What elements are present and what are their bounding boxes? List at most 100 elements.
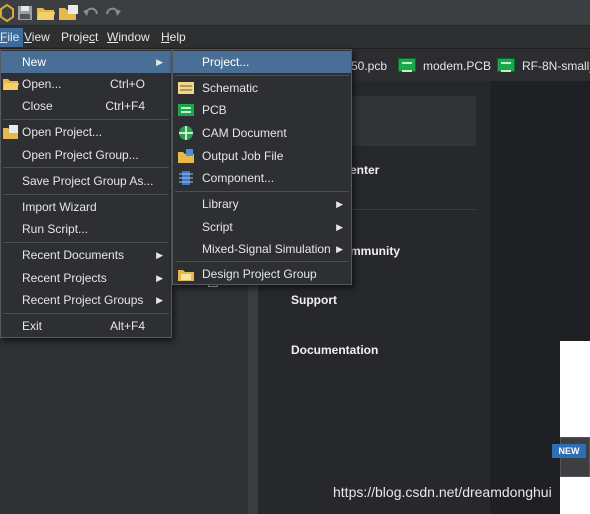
menu-item-exit[interactable]: Exit Alt+F4 — [1, 315, 171, 337]
watermark: https://blog.csdn.net/dreamdonghui — [333, 484, 552, 500]
menu-item-label: Recent Project Groups — [22, 293, 144, 307]
submenu-arrow-icon: ▶ — [156, 57, 163, 67]
menu-item-label: Mixed-Signal Simulation — [202, 242, 331, 256]
cam-document-icon — [179, 126, 193, 140]
submenu-arrow-icon: ▶ — [336, 199, 343, 209]
menu-item-label: Output Job File — [202, 149, 284, 163]
submenu-arrow-icon: ▶ — [336, 244, 343, 254]
output-job-icon — [178, 149, 194, 163]
menu-item-cam-document[interactable]: CAM Document — [173, 122, 351, 144]
toolbar — [0, 0, 590, 26]
submenu-arrow-icon: ▶ — [156, 295, 163, 305]
menu-item-design-project-group[interactable]: Design Project Group — [173, 263, 351, 285]
menu-item-label: Schematic — [202, 81, 259, 95]
menu-item-run-script[interactable]: Run Script... — [1, 218, 171, 240]
submenu-arrow-icon: ▶ — [156, 250, 163, 260]
tab-rf-8n-small[interactable]: RF-8N-small_ — [497, 56, 590, 76]
menu-item-open-project-group[interactable]: Open Project Group... — [1, 144, 171, 166]
schematic-icon — [178, 82, 194, 94]
menu-item-recent-projects[interactable]: Recent Projects ▶ — [1, 267, 171, 289]
project-group-icon — [178, 270, 194, 281]
menu-item-mixed-signal-simulation[interactable]: Mixed-Signal Simulation ▶ — [173, 238, 351, 260]
menu-item-label: Design Project Group — [202, 267, 317, 281]
menu-item-import-wizard[interactable]: Import Wizard — [1, 196, 171, 218]
nav-documentation[interactable]: Documentation — [291, 343, 378, 357]
tab-pcb-file[interactable]: 50.pcb — [351, 56, 387, 76]
menu-item-label: Project... — [202, 55, 250, 69]
menu-separator — [3, 119, 169, 120]
menu-item-label: Recent Projects — [22, 271, 107, 285]
menu-item-script[interactable]: Script ▶ — [173, 216, 351, 238]
news-image — [560, 341, 590, 514]
menu-item-label: Exit — [22, 319, 43, 333]
menu-separator — [175, 261, 349, 262]
menu-item-label: Open Project Group... — [22, 148, 139, 162]
file-menu: New ▶ Open... Ctrl+O Close Ctrl+F4 Open Pro… — [0, 49, 172, 338]
menu-item-label: Library — [202, 197, 239, 211]
nav-learning-center[interactable]: enter — [350, 163, 379, 177]
submenu-arrow-icon: ▶ — [156, 273, 163, 283]
menu-item-label: Close — [22, 99, 53, 113]
menu-item-label: Component... — [202, 171, 275, 185]
menu-item-label: New — [22, 55, 47, 69]
new-badge: NEW — [552, 444, 586, 458]
menu-item-project[interactable]: Project... — [173, 51, 351, 73]
menu-separator — [3, 167, 169, 168]
open-project-icon — [3, 125, 18, 139]
menu-item-recent-project-groups[interactable]: Recent Project Groups ▶ — [1, 289, 171, 311]
menu-item-pcb[interactable]: PCB — [173, 99, 351, 121]
menu-item-open[interactable]: Open... Ctrl+O — [1, 73, 171, 95]
menu-item-output-job-file[interactable]: Output Job File — [173, 145, 351, 167]
shortcut-label: Ctrl+F4 — [105, 99, 145, 113]
menu-separator — [3, 313, 169, 314]
menu-window[interactable]: Window — [103, 28, 154, 47]
submenu-arrow-icon: ▶ — [336, 222, 343, 232]
menu-project[interactable]: Project — [57, 28, 102, 47]
menu-item-label: Import Wizard — [22, 200, 97, 214]
menu-item-label: Open Project... — [22, 125, 103, 139]
menu-item-component[interactable]: Component... — [173, 167, 351, 189]
open-folder-icon — [3, 79, 19, 90]
nav-community[interactable]: mmunity — [350, 244, 400, 258]
menu-separator — [175, 191, 349, 192]
menu-separator — [3, 194, 169, 195]
news-heading: Ne — [560, 373, 590, 406]
new-submenu: Project... Schematic PCB CAM Document Ou… — [172, 49, 352, 285]
menu-item-save-project-group-as[interactable]: Save Project Group As... — [1, 170, 171, 192]
undo-icon[interactable] — [82, 3, 100, 23]
menu-item-open-project[interactable]: Open Project... — [1, 121, 171, 143]
menu-item-close[interactable]: Close Ctrl+F4 — [1, 95, 171, 117]
shortcut-label: Ctrl+O — [109, 77, 145, 91]
tab-label: modem.PCB — [423, 59, 492, 73]
menu-help[interactable]: Help — [157, 28, 190, 47]
pcb-icon — [398, 58, 416, 72]
menu-item-library[interactable]: Library ▶ — [173, 193, 351, 215]
menu-view[interactable]: View — [20, 28, 54, 47]
menu-item-label: Open... — [22, 77, 62, 91]
menu-item-label: Save Project Group As... — [22, 174, 154, 188]
menu-item-label: Run Script... — [22, 222, 89, 236]
nav-support[interactable]: Support — [291, 293, 337, 307]
open-folder-icon[interactable] — [36, 3, 56, 23]
pcb-icon — [497, 58, 515, 72]
menu-separator — [175, 75, 349, 76]
shortcut-label: Alt+F4 — [109, 319, 145, 333]
menu-item-label: Recent Documents — [22, 248, 125, 262]
menu-item-label: PCB — [202, 103, 227, 117]
open-project-icon[interactable] — [58, 3, 80, 23]
redo-icon[interactable] — [104, 3, 122, 23]
menu-item-label: Script — [202, 220, 233, 234]
save-icon[interactable] — [16, 3, 34, 23]
pcb-icon — [178, 104, 194, 116]
tab-modem-pcb[interactable]: modem.PCB — [398, 56, 491, 76]
tab-label: RF-8N-small_ — [522, 59, 590, 73]
menu-item-schematic[interactable]: Schematic — [173, 77, 351, 99]
menu-bar: File View Project Window Help — [0, 26, 590, 49]
menu-item-label: CAM Document — [202, 126, 287, 140]
component-icon — [179, 171, 193, 185]
app-logo-icon — [0, 3, 14, 23]
menu-item-new[interactable]: New ▶ — [1, 51, 171, 73]
menu-item-recent-documents[interactable]: Recent Documents ▶ — [1, 244, 171, 266]
menu-separator — [3, 242, 169, 243]
tab-label: 50.pcb — [351, 59, 388, 73]
